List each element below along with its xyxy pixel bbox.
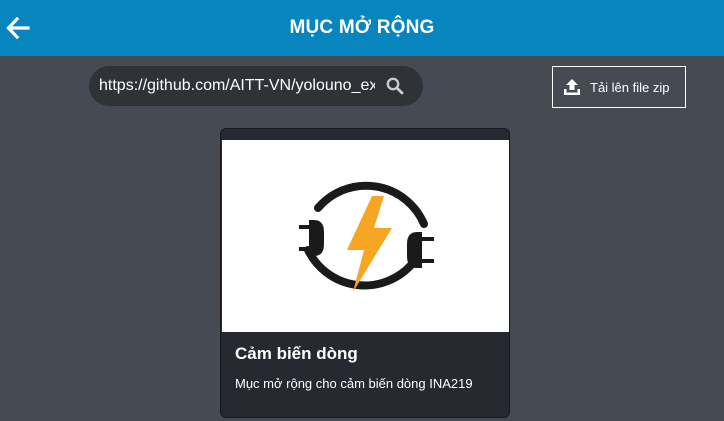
extension-image [222, 140, 509, 332]
search-icon [386, 77, 404, 95]
upload-button-label: Tải lên file zip [590, 79, 670, 95]
extension-title: Cảm biến dòng [235, 344, 358, 363]
page-title: MỤC MỞ RỘNG [289, 17, 435, 38]
upload-zip-button[interactable]: Tải lên file zip [552, 66, 686, 108]
search-button[interactable] [375, 70, 415, 102]
search-bar [89, 66, 423, 106]
upload-icon [564, 79, 580, 95]
arrow-left-icon [6, 17, 30, 39]
power-plug-lightning-icon [299, 181, 434, 292]
search-input[interactable] [99, 77, 375, 95]
extension-card[interactable]: Cảm biến dòng Mục mở rộng cho cảm biến d… [220, 128, 510, 418]
extension-description: Mục mở rộng cho cảm biến dòng INA219 [235, 376, 473, 391]
back-button[interactable] [4, 12, 32, 44]
app-header: MỤC MỞ RỘNG [0, 0, 724, 56]
